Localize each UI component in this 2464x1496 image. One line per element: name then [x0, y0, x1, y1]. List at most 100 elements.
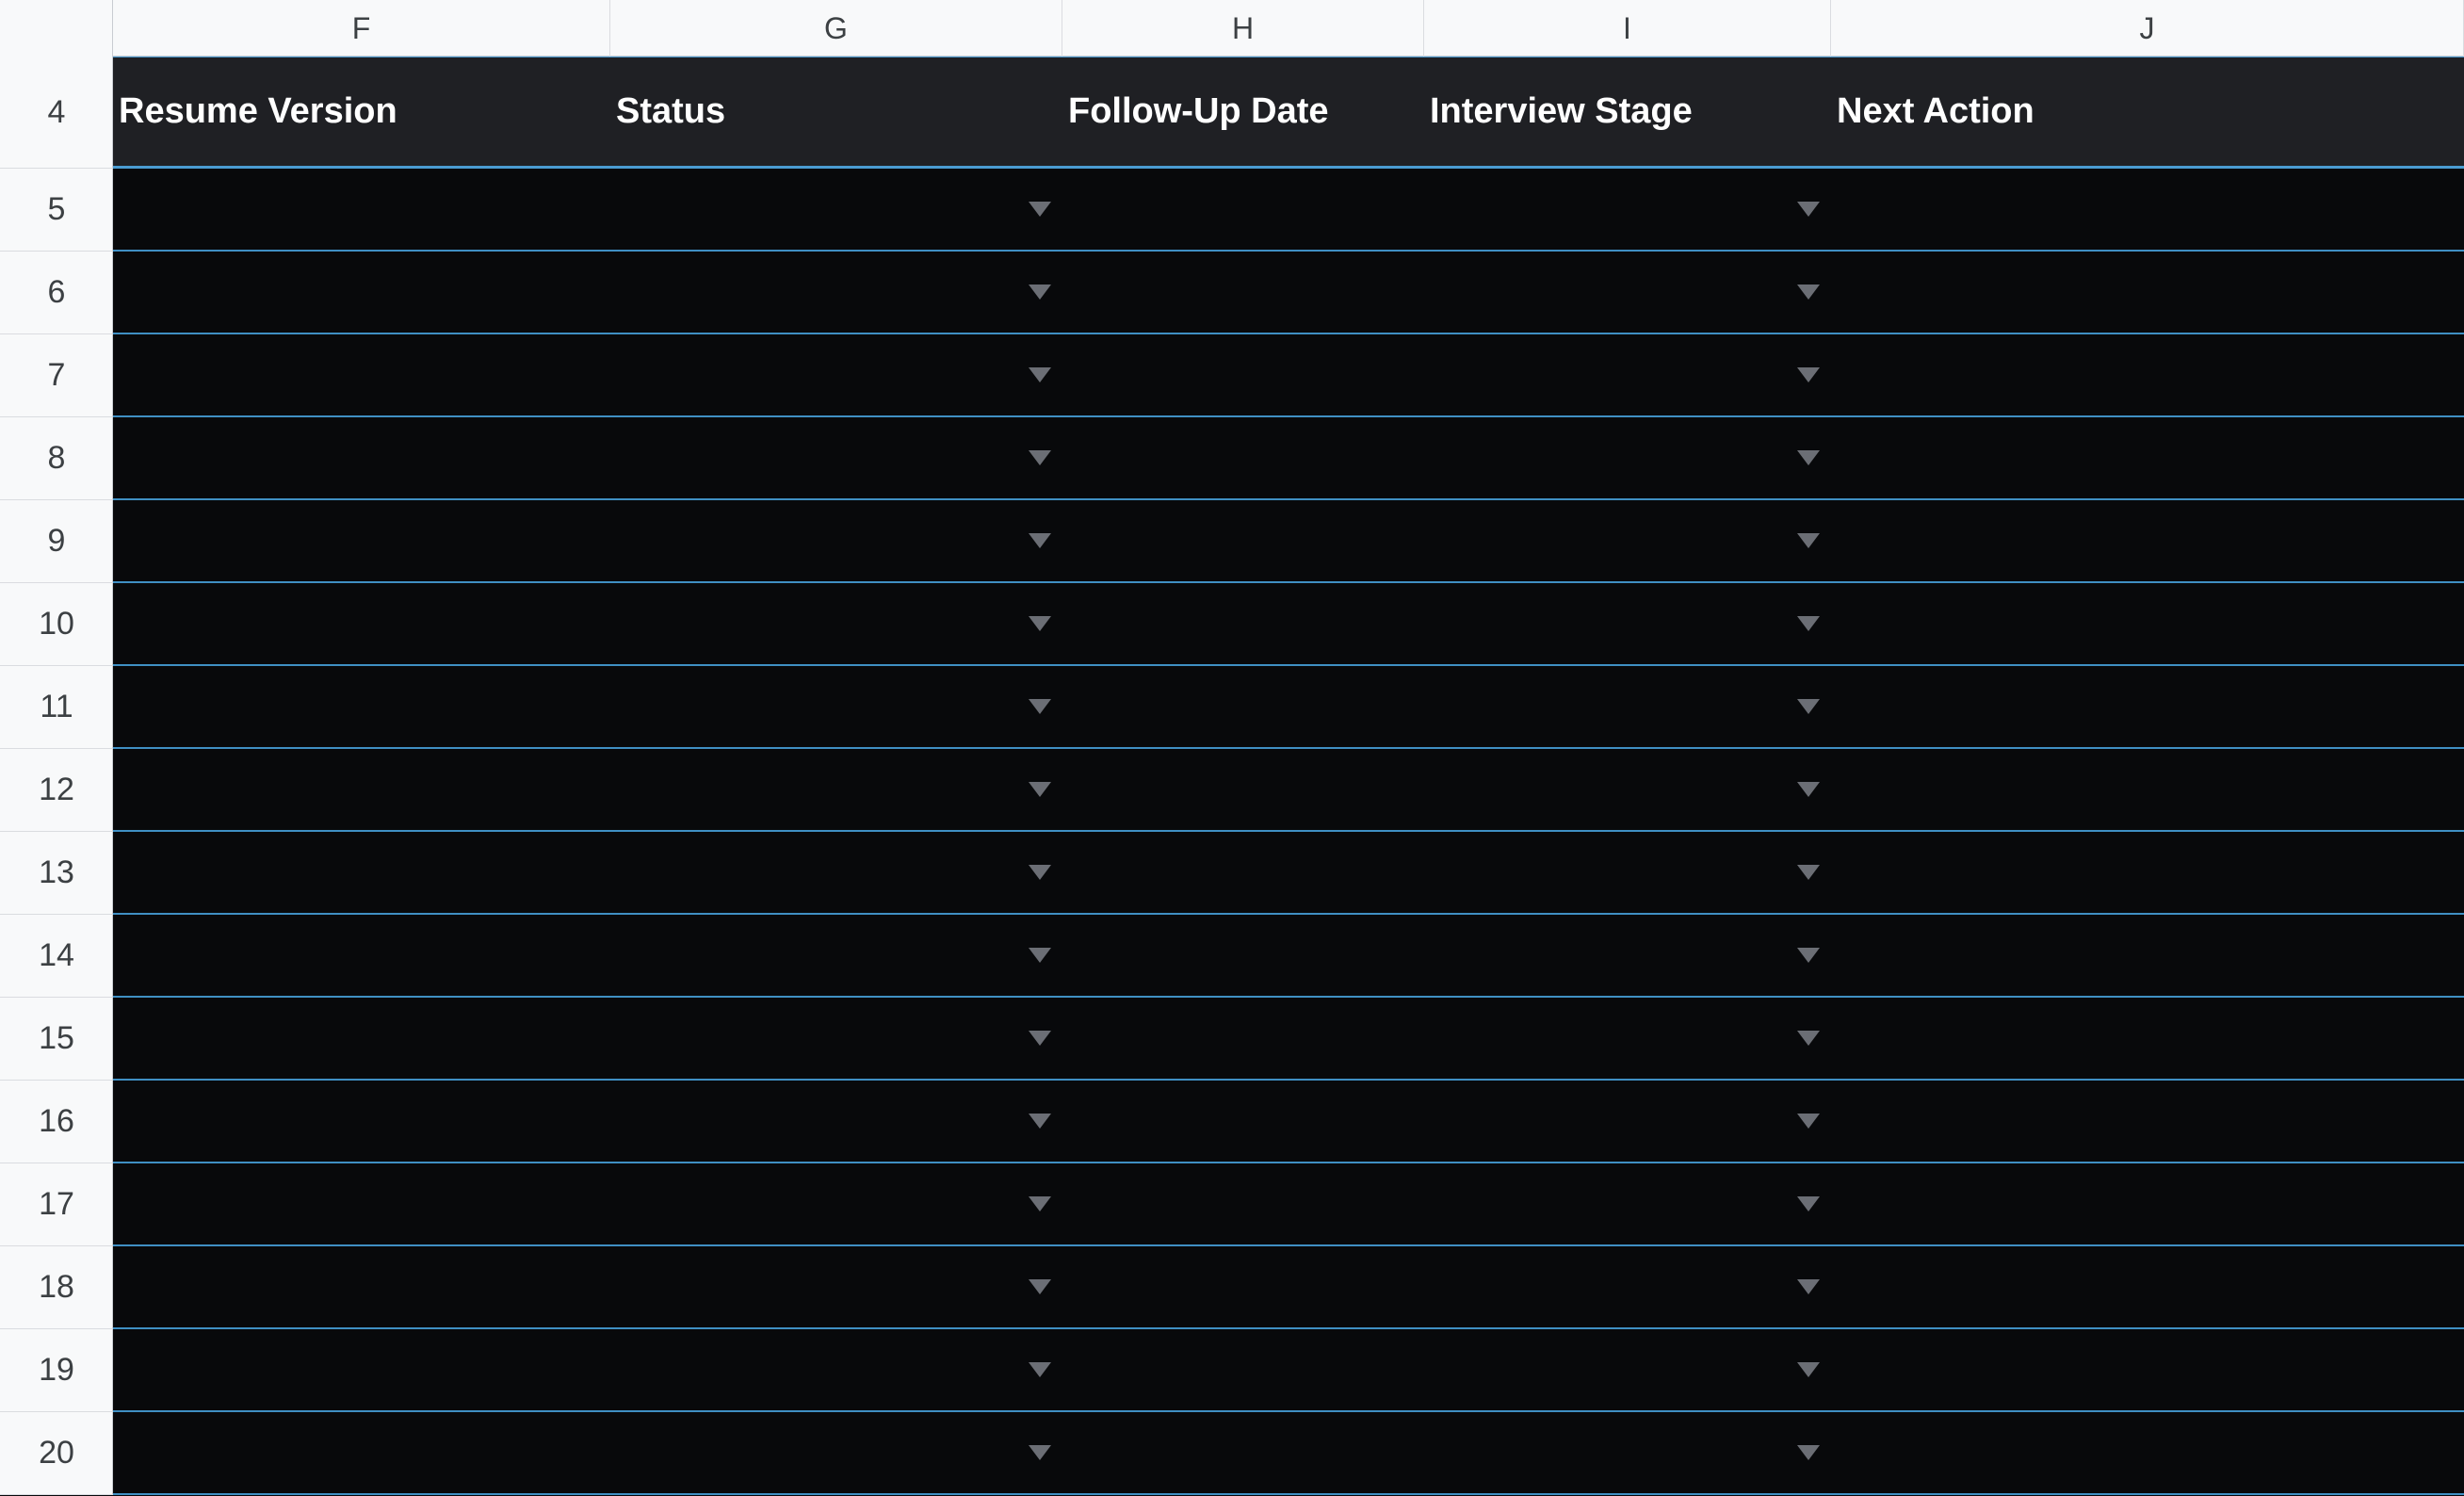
- cell-interview-stage[interactable]: [1424, 169, 1831, 250]
- cell-next-action[interactable]: [1831, 1081, 2464, 1162]
- dropdown-arrow-icon[interactable]: [1029, 1362, 1051, 1377]
- cell-resume-version[interactable]: [113, 915, 610, 996]
- dropdown-arrow-icon[interactable]: [1797, 367, 1820, 382]
- cell-follow-up-date[interactable]: [1062, 832, 1424, 913]
- cell-next-action[interactable]: [1831, 417, 2464, 498]
- dropdown-arrow-icon[interactable]: [1797, 1196, 1820, 1211]
- cell-interview-stage[interactable]: [1424, 1246, 1831, 1327]
- dropdown-arrow-icon[interactable]: [1029, 1196, 1051, 1211]
- cell-next-action[interactable]: [1831, 1412, 2464, 1493]
- header-interview-stage[interactable]: Interview Stage: [1424, 57, 1831, 166]
- header-status[interactable]: Status: [610, 57, 1062, 166]
- dropdown-arrow-icon[interactable]: [1797, 1031, 1820, 1046]
- cell-status[interactable]: [610, 334, 1062, 415]
- dropdown-arrow-icon[interactable]: [1797, 782, 1820, 797]
- dropdown-arrow-icon[interactable]: [1797, 1114, 1820, 1129]
- cell-interview-stage[interactable]: [1424, 749, 1831, 830]
- row-header-5[interactable]: 5: [0, 169, 113, 252]
- cell-next-action[interactable]: [1831, 334, 2464, 415]
- cell-status[interactable]: [610, 500, 1062, 581]
- dropdown-arrow-icon[interactable]: [1797, 450, 1820, 465]
- row-header-11[interactable]: 11: [0, 666, 113, 749]
- cell-follow-up-date[interactable]: [1062, 666, 1424, 747]
- cell-interview-stage[interactable]: [1424, 832, 1831, 913]
- row-header-16[interactable]: 16: [0, 1081, 113, 1163]
- cell-status[interactable]: [610, 832, 1062, 913]
- cell-resume-version[interactable]: [113, 1163, 610, 1244]
- dropdown-arrow-icon[interactable]: [1029, 367, 1051, 382]
- cell-resume-version[interactable]: [113, 666, 610, 747]
- cell-resume-version[interactable]: [113, 1246, 610, 1327]
- cell-next-action[interactable]: [1831, 1329, 2464, 1410]
- row-header-18[interactable]: 18: [0, 1246, 113, 1329]
- column-header-i[interactable]: I: [1424, 0, 1831, 57]
- dropdown-arrow-icon[interactable]: [1029, 948, 1051, 963]
- cell-status[interactable]: [610, 252, 1062, 333]
- row-header-10[interactable]: 10: [0, 583, 113, 666]
- cell-resume-version[interactable]: [113, 1329, 610, 1410]
- dropdown-arrow-icon[interactable]: [1797, 1362, 1820, 1377]
- cell-follow-up-date[interactable]: [1062, 417, 1424, 498]
- cell-follow-up-date[interactable]: [1062, 749, 1424, 830]
- cell-status[interactable]: [610, 749, 1062, 830]
- column-header-g[interactable]: G: [610, 0, 1062, 57]
- cell-next-action[interactable]: [1831, 915, 2464, 996]
- dropdown-arrow-icon[interactable]: [1797, 202, 1820, 217]
- cell-follow-up-date[interactable]: [1062, 1081, 1424, 1162]
- cell-resume-version[interactable]: [113, 169, 610, 250]
- header-follow-up-date[interactable]: Follow-Up Date: [1062, 57, 1424, 166]
- cell-resume-version[interactable]: [113, 998, 610, 1079]
- cell-resume-version[interactable]: [113, 583, 610, 664]
- cell-status[interactable]: [610, 1329, 1062, 1410]
- dropdown-arrow-icon[interactable]: [1029, 865, 1051, 880]
- column-header-f[interactable]: F: [113, 0, 610, 57]
- cell-follow-up-date[interactable]: [1062, 169, 1424, 250]
- cell-status[interactable]: [610, 1081, 1062, 1162]
- header-next-action[interactable]: Next Action: [1831, 57, 2464, 166]
- cell-interview-stage[interactable]: [1424, 915, 1831, 996]
- cell-interview-stage[interactable]: [1424, 666, 1831, 747]
- cell-next-action[interactable]: [1831, 666, 2464, 747]
- cell-status[interactable]: [610, 1163, 1062, 1244]
- cell-follow-up-date[interactable]: [1062, 998, 1424, 1079]
- dropdown-arrow-icon[interactable]: [1029, 1114, 1051, 1129]
- cell-interview-stage[interactable]: [1424, 334, 1831, 415]
- cell-interview-stage[interactable]: [1424, 500, 1831, 581]
- dropdown-arrow-icon[interactable]: [1797, 948, 1820, 963]
- row-header-6[interactable]: 6: [0, 252, 113, 334]
- cell-status[interactable]: [610, 583, 1062, 664]
- cell-resume-version[interactable]: [113, 749, 610, 830]
- cell-resume-version[interactable]: [113, 1412, 610, 1493]
- cell-status[interactable]: [610, 417, 1062, 498]
- cell-status[interactable]: [610, 1246, 1062, 1327]
- cell-next-action[interactable]: [1831, 832, 2464, 913]
- cell-status[interactable]: [610, 666, 1062, 747]
- cell-interview-stage[interactable]: [1424, 1329, 1831, 1410]
- cell-next-action[interactable]: [1831, 583, 2464, 664]
- cell-resume-version[interactable]: [113, 1081, 610, 1162]
- cell-follow-up-date[interactable]: [1062, 1412, 1424, 1493]
- dropdown-arrow-icon[interactable]: [1797, 533, 1820, 548]
- cell-follow-up-date[interactable]: [1062, 1329, 1424, 1410]
- cell-interview-stage[interactable]: [1424, 252, 1831, 333]
- cell-next-action[interactable]: [1831, 169, 2464, 250]
- row-header-7[interactable]: 7: [0, 334, 113, 417]
- cell-interview-stage[interactable]: [1424, 998, 1831, 1079]
- cell-interview-stage[interactable]: [1424, 1412, 1831, 1493]
- row-header-17[interactable]: 17: [0, 1163, 113, 1246]
- dropdown-arrow-icon[interactable]: [1029, 1445, 1051, 1460]
- row-header-12[interactable]: 12: [0, 749, 113, 832]
- row-header-4[interactable]: 4: [0, 57, 113, 169]
- cell-follow-up-date[interactable]: [1062, 500, 1424, 581]
- cell-interview-stage[interactable]: [1424, 1163, 1831, 1244]
- cell-resume-version[interactable]: [113, 500, 610, 581]
- cell-follow-up-date[interactable]: [1062, 583, 1424, 664]
- cell-resume-version[interactable]: [113, 252, 610, 333]
- dropdown-arrow-icon[interactable]: [1797, 1445, 1820, 1460]
- dropdown-arrow-icon[interactable]: [1029, 202, 1051, 217]
- cell-interview-stage[interactable]: [1424, 1081, 1831, 1162]
- cell-resume-version[interactable]: [113, 334, 610, 415]
- cell-follow-up-date[interactable]: [1062, 252, 1424, 333]
- cell-next-action[interactable]: [1831, 749, 2464, 830]
- dropdown-arrow-icon[interactable]: [1029, 782, 1051, 797]
